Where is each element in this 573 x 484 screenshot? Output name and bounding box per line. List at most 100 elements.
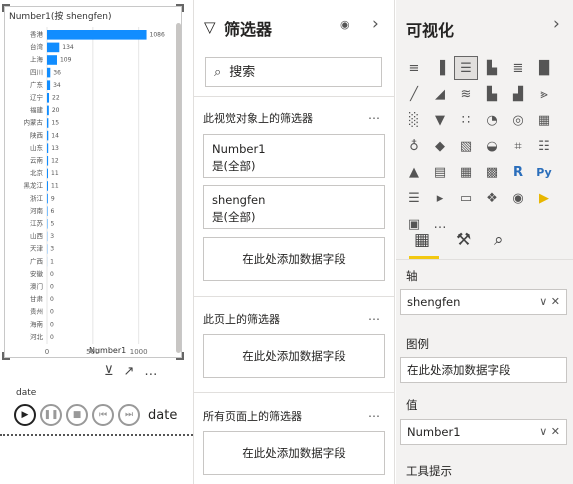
axis-well[interactable]: shengfen ∨ ✕ [400, 289, 567, 315]
pie-chart-icon[interactable]: ◔ [480, 108, 504, 132]
donut-chart-icon[interactable]: ◎ [506, 108, 530, 132]
legend-well[interactable]: 在此处添加数据字段 [400, 357, 567, 383]
shape-map-icon[interactable]: ▧ [454, 134, 478, 158]
data-label: 12 [51, 158, 59, 165]
resize-handle-bottom-right[interactable] [176, 352, 184, 360]
decomposition-tree-icon[interactable]: ▸ [428, 186, 452, 210]
bar[interactable] [47, 181, 49, 191]
all-pages-filter-drop-zone[interactable]: 在此处添加数据字段 [203, 431, 385, 475]
section-page-more-icon[interactable]: … [368, 309, 380, 323]
python-visual-icon[interactable]: Py [532, 160, 556, 184]
arcgis-map-icon[interactable]: ◉ [506, 186, 530, 210]
filter-search-box[interactable]: ⌕ [205, 57, 382, 87]
x-tick-label: 0 [45, 348, 49, 356]
waterfall-chart-icon[interactable]: ░ [402, 108, 426, 132]
funnel-chart-icon[interactable]: ▼ [428, 108, 452, 132]
data-label: 0 [50, 296, 54, 303]
play-axis-label: date [16, 388, 37, 398]
clustered-bar-chart-icon[interactable]: ☰ [454, 56, 478, 80]
bar[interactable] [47, 93, 50, 103]
slicer-icon[interactable]: ▤ [428, 160, 452, 184]
stacked-bar-chart-icon[interactable]: ≡ [402, 56, 426, 80]
bar[interactable] [47, 168, 49, 179]
play-axis-visual-icon[interactable]: ▶ [532, 186, 556, 210]
bar[interactable] [47, 55, 57, 65]
bar[interactable] [47, 118, 49, 128]
bar[interactable] [47, 193, 48, 204]
qa-visual-icon[interactable]: ▭ [454, 186, 478, 210]
key-influencers-icon[interactable]: ☰ [402, 186, 426, 210]
bar[interactable] [47, 130, 49, 141]
data-label: 0 [50, 321, 54, 328]
data-label: 3 [50, 246, 54, 253]
bar-chart-visual[interactable]: Number1(按 shengfen) shengfen Number1 050… [2, 4, 184, 360]
scatter-chart-icon[interactable]: ∷ [454, 108, 478, 132]
smart-narrative-icon[interactable]: ❖ [480, 186, 504, 210]
resize-handle-top-right[interactable] [176, 4, 184, 12]
bar[interactable] [47, 206, 48, 216]
axis-well-label: 轴 [406, 269, 418, 283]
bar[interactable] [47, 67, 51, 78]
treemap-icon[interactable]: ▦ [532, 108, 556, 132]
y-tick-label: 山东 [30, 143, 44, 152]
multi-row-card-icon[interactable]: ☷ [532, 134, 556, 158]
focus-mode-icon[interactable]: ↗ [124, 364, 135, 379]
data-label: 36 [53, 69, 61, 76]
bar[interactable] [47, 42, 60, 53]
section-all-more-icon[interactable]: … [368, 406, 380, 420]
line-and-column-chart-icon[interactable]: ▙ [480, 82, 504, 106]
filled-map-icon[interactable]: ◆ [428, 134, 452, 158]
axis-field-controls[interactable]: ∨ ✕ [539, 295, 560, 308]
chart-scrollbar[interactable] [176, 23, 181, 353]
play-button[interactable]: ▶ [14, 404, 36, 426]
divider [194, 296, 394, 297]
fields-tab-icon[interactable]: ▦ [414, 230, 430, 250]
kpi-icon[interactable]: ▲ [402, 160, 426, 184]
pause-button[interactable]: ❚❚ [40, 404, 62, 426]
card-icon[interactable]: ⌗ [506, 134, 530, 158]
eye-icon[interactable]: ◉ [340, 18, 350, 31]
gauge-icon[interactable]: ◒ [480, 134, 504, 158]
matrix-icon[interactable]: ▩ [480, 160, 504, 184]
ribbon-chart-icon[interactable]: ⪢ [532, 82, 556, 106]
r-script-visual-icon[interactable]: R [506, 160, 530, 184]
map-icon[interactable]: ♁ [402, 134, 426, 158]
previous-button[interactable]: ⏮ [92, 404, 114, 426]
bar[interactable] [47, 80, 51, 90]
more-options-icon[interactable]: … [144, 364, 157, 379]
next-button[interactable]: ⏭ [118, 404, 140, 426]
100-stacked-column-chart-icon[interactable]: █ [532, 56, 556, 80]
line-chart-icon[interactable]: ╱ [402, 82, 426, 106]
viz-pane-tabs: ▦ ⚒ ⌕ [396, 226, 573, 262]
visual-filter-drop-zone[interactable]: 在此处添加数据字段 [203, 237, 385, 281]
analytics-tab-icon[interactable]: ⌕ [494, 230, 504, 250]
values-field-controls[interactable]: ∨ ✕ [539, 425, 560, 438]
stacked-area-chart-icon[interactable]: ≋ [454, 82, 478, 106]
filter-search-input[interactable] [229, 64, 360, 80]
stop-button[interactable]: ■ [66, 404, 88, 426]
page-filter-drop-zone[interactable]: 在此处添加数据字段 [203, 334, 385, 378]
y-tick-label: 内蒙古 [24, 118, 44, 127]
table-icon[interactable]: ▦ [454, 160, 478, 184]
area-chart-icon[interactable]: ◢ [428, 82, 452, 106]
format-tab-icon[interactable]: ⚒ [456, 230, 471, 250]
bar[interactable] [47, 30, 147, 40]
filter-card-shengfen[interactable]: shengfen 是(全部) [203, 185, 385, 229]
filter-icon[interactable]: ⊻ [104, 364, 114, 379]
100-stacked-bar-chart-icon[interactable]: ≣ [506, 56, 530, 80]
values-well-label: 值 [406, 398, 418, 412]
bar[interactable] [47, 105, 49, 116]
collapse-filters-icon[interactable]: › [372, 14, 379, 34]
bar[interactable] [47, 156, 49, 166]
values-well[interactable]: Number1 ∨ ✕ [400, 419, 567, 445]
filter-card-number1[interactable]: Number1 是(全部) [203, 134, 385, 178]
section-visual-more-icon[interactable]: … [368, 108, 380, 122]
clustered-column-chart-icon[interactable]: ▙ [480, 56, 504, 80]
bar-chart-plot: 0 500 1000香港 1086台湾 134上海 109四川 36广东 34辽宁 22福建 20… [24, 27, 165, 356]
stacked-column-chart-icon[interactable]: ▐ [428, 56, 452, 80]
line-and-clustered-column-icon[interactable]: ▟ [506, 82, 530, 106]
bar[interactable] [47, 143, 49, 153]
collapse-visualizations-icon[interactable]: › [553, 14, 560, 34]
y-tick-label: 四川 [30, 68, 43, 76]
data-label: 0 [50, 271, 54, 278]
